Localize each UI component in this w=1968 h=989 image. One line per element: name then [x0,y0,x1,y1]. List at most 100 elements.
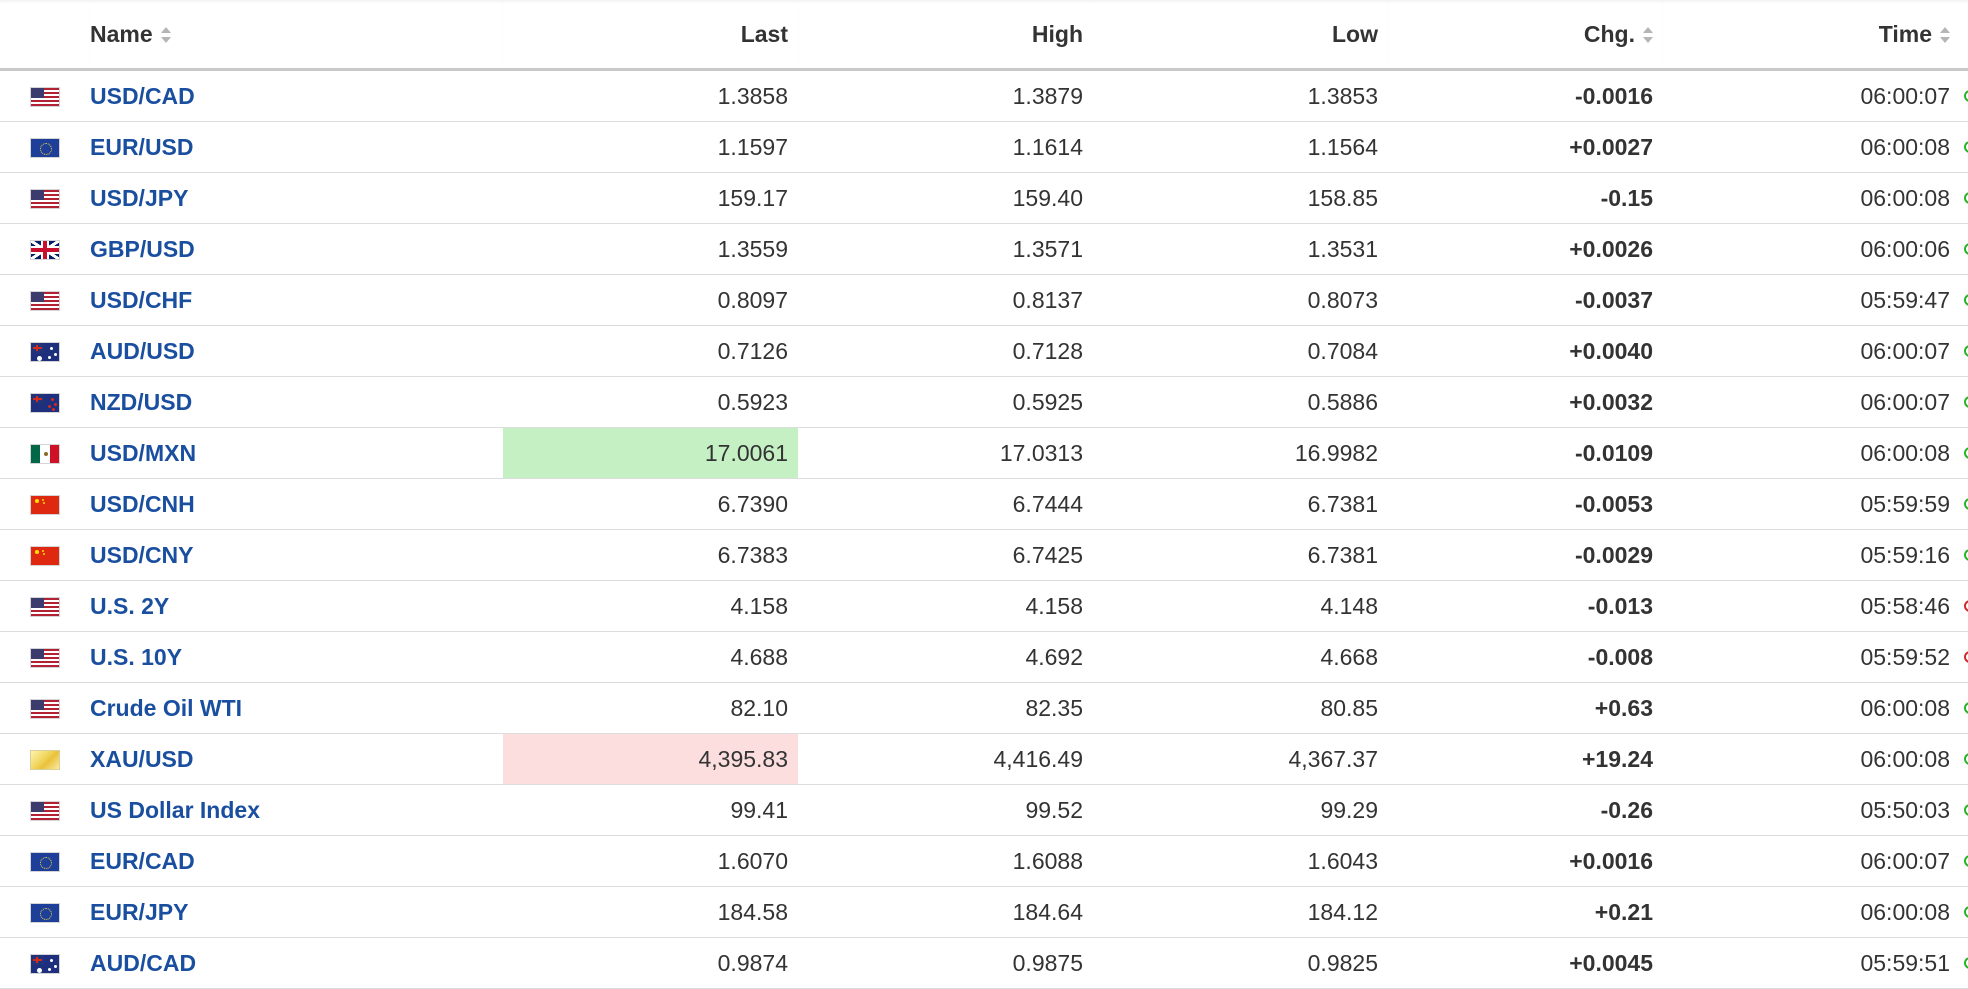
table-row[interactable]: U.S. 10Y 4.688 4.692 4.668 -0.008 05:59:… [0,631,1968,683]
change-cell: +19.24 [1388,733,1663,785]
low-cell: 158.85 [1093,172,1388,224]
table-row[interactable]: XAU/USD 4,395.83 4,416.49 4,367.37 +19.2… [0,733,1968,785]
flag-eu-icon [30,903,60,924]
instrument-link[interactable]: XAU/USD [90,746,194,772]
table-row[interactable]: EUR/USD 1.1597 1.1614 1.1564 +0.0027 06:… [0,121,1968,173]
instrument-link[interactable]: EUR/JPY [90,899,188,925]
time-cell: 06:00:07 [1663,376,1968,428]
quotes-table: Name Last High Low Chg. Time USD/CAD 1.3… [0,0,1968,989]
name-cell: USD/JPY [90,172,503,224]
high-cell: 4.692 [798,631,1093,683]
low-cell: 80.85 [1093,682,1388,734]
instrument-link[interactable]: EUR/USD [90,134,194,160]
instrument-link[interactable]: USD/MXN [90,440,196,466]
time-value: 06:00:07 [1860,337,1950,364]
name-cell: EUR/JPY [90,886,503,938]
table-row[interactable]: USD/CNH 6.7390 6.7444 6.7381 -0.0053 05:… [0,478,1968,530]
change-cell: +0.0016 [1388,835,1663,887]
time-value: 06:00:08 [1860,439,1950,466]
flag-cell [0,69,90,122]
market-status-icon [1964,702,1968,714]
instrument-link[interactable]: USD/JPY [90,185,188,211]
low-cell: 0.9825 [1093,937,1388,989]
market-status-icon [1964,753,1968,765]
flag-us-icon [30,699,60,720]
instrument-link[interactable]: EUR/CAD [90,848,195,874]
change-cell: -0.013 [1388,580,1663,632]
instrument-link[interactable]: USD/CHF [90,287,192,313]
change-cell: +0.0032 [1388,376,1663,428]
flag-au-icon [30,342,60,363]
time-value: 05:59:59 [1860,490,1950,517]
table-row[interactable]: USD/MXN 17.0061 17.0313 16.9982 -0.0109 … [0,427,1968,479]
sort-icon[interactable] [1643,26,1653,44]
instrument-link[interactable]: USD/CNY [90,542,194,568]
header-time-label: Time [1878,20,1932,47]
time-value: 06:00:07 [1860,82,1950,109]
name-cell: XAU/USD [90,733,503,785]
header-time[interactable]: Time [1663,0,1968,71]
instrument-link[interactable]: GBP/USD [90,236,195,262]
high-cell: 17.0313 [798,427,1093,479]
header-chg[interactable]: Chg. [1388,0,1663,71]
instrument-link[interactable]: AUD/USD [90,338,195,364]
low-cell: 16.9982 [1093,427,1388,479]
table-row[interactable]: U.S. 2Y 4.158 4.158 4.148 -0.013 05:58:4… [0,580,1968,632]
flag-cell [0,172,90,224]
flag-mx-icon [30,444,60,465]
low-cell: 0.8073 [1093,274,1388,326]
flag-us-icon [30,648,60,669]
table-row[interactable]: GBP/USD 1.3559 1.3571 1.3531 +0.0026 06:… [0,223,1968,275]
flag-cell [0,937,90,989]
table-row[interactable]: AUD/CAD 0.9874 0.9875 0.9825 +0.0045 05:… [0,937,1968,989]
header-last: Last [503,0,798,71]
last-cell: 1.1597 [503,121,798,173]
table-row[interactable]: Crude Oil WTI 82.10 82.35 80.85 +0.63 06… [0,682,1968,734]
last-cell: 99.41 [503,784,798,836]
market-status-icon [1964,804,1968,816]
table-row[interactable]: USD/CHF 0.8097 0.8137 0.8073 -0.0037 05:… [0,274,1968,326]
header-name[interactable]: Name [90,0,503,71]
flag-us-icon [30,597,60,618]
instrument-link[interactable]: AUD/CAD [90,950,196,976]
low-cell: 1.1564 [1093,121,1388,173]
name-cell: U.S. 2Y [90,580,503,632]
instrument-link[interactable]: USD/CAD [90,83,195,109]
instrument-link[interactable]: US Dollar Index [90,797,260,823]
time-cell: 05:59:51 [1663,937,1968,989]
table-row[interactable]: EUR/CAD 1.6070 1.6088 1.6043 +0.0016 06:… [0,835,1968,887]
flag-cell [0,223,90,275]
flag-cell [0,580,90,632]
last-cell: 1.6070 [503,835,798,887]
table-row[interactable]: EUR/JPY 184.58 184.64 184.12 +0.21 06:00… [0,886,1968,938]
name-cell: AUD/USD [90,325,503,377]
flag-au-icon [30,954,60,975]
sort-icon[interactable] [160,26,171,44]
last-cell: 0.8097 [503,274,798,326]
table-row[interactable]: USD/JPY 159.17 159.40 158.85 -0.15 06:00… [0,172,1968,224]
name-cell: NZD/USD [90,376,503,428]
instrument-link[interactable]: U.S. 10Y [90,644,182,670]
table-row[interactable]: US Dollar Index 99.41 99.52 99.29 -0.26 … [0,784,1968,836]
last-cell: 17.0061 [503,427,798,479]
time-value: 05:59:16 [1860,541,1950,568]
name-cell: Crude Oil WTI [90,682,503,734]
instrument-link[interactable]: U.S. 2Y [90,593,169,619]
time-value: 05:50:03 [1860,796,1950,823]
change-cell: -0.26 [1388,784,1663,836]
flag-cell [0,376,90,428]
instrument-link[interactable]: NZD/USD [90,389,192,415]
instrument-link[interactable]: Crude Oil WTI [90,695,242,721]
last-cell: 0.7126 [503,325,798,377]
sort-icon[interactable] [1940,26,1950,44]
table-row[interactable]: NZD/USD 0.5923 0.5925 0.5886 +0.0032 06:… [0,376,1968,428]
market-status-icon [1964,498,1968,510]
table-row[interactable]: AUD/USD 0.7126 0.7128 0.7084 +0.0040 06:… [0,325,1968,377]
high-cell: 99.52 [798,784,1093,836]
time-value: 06:00:08 [1860,745,1950,772]
table-row[interactable]: USD/CAD 1.3858 1.3879 1.3853 -0.0016 06:… [0,69,1968,122]
time-cell: 05:58:46 [1663,580,1968,632]
instrument-link[interactable]: USD/CNH [90,491,195,517]
table-row[interactable]: USD/CNY 6.7383 6.7425 6.7381 -0.0029 05:… [0,529,1968,581]
low-cell: 6.7381 [1093,478,1388,530]
